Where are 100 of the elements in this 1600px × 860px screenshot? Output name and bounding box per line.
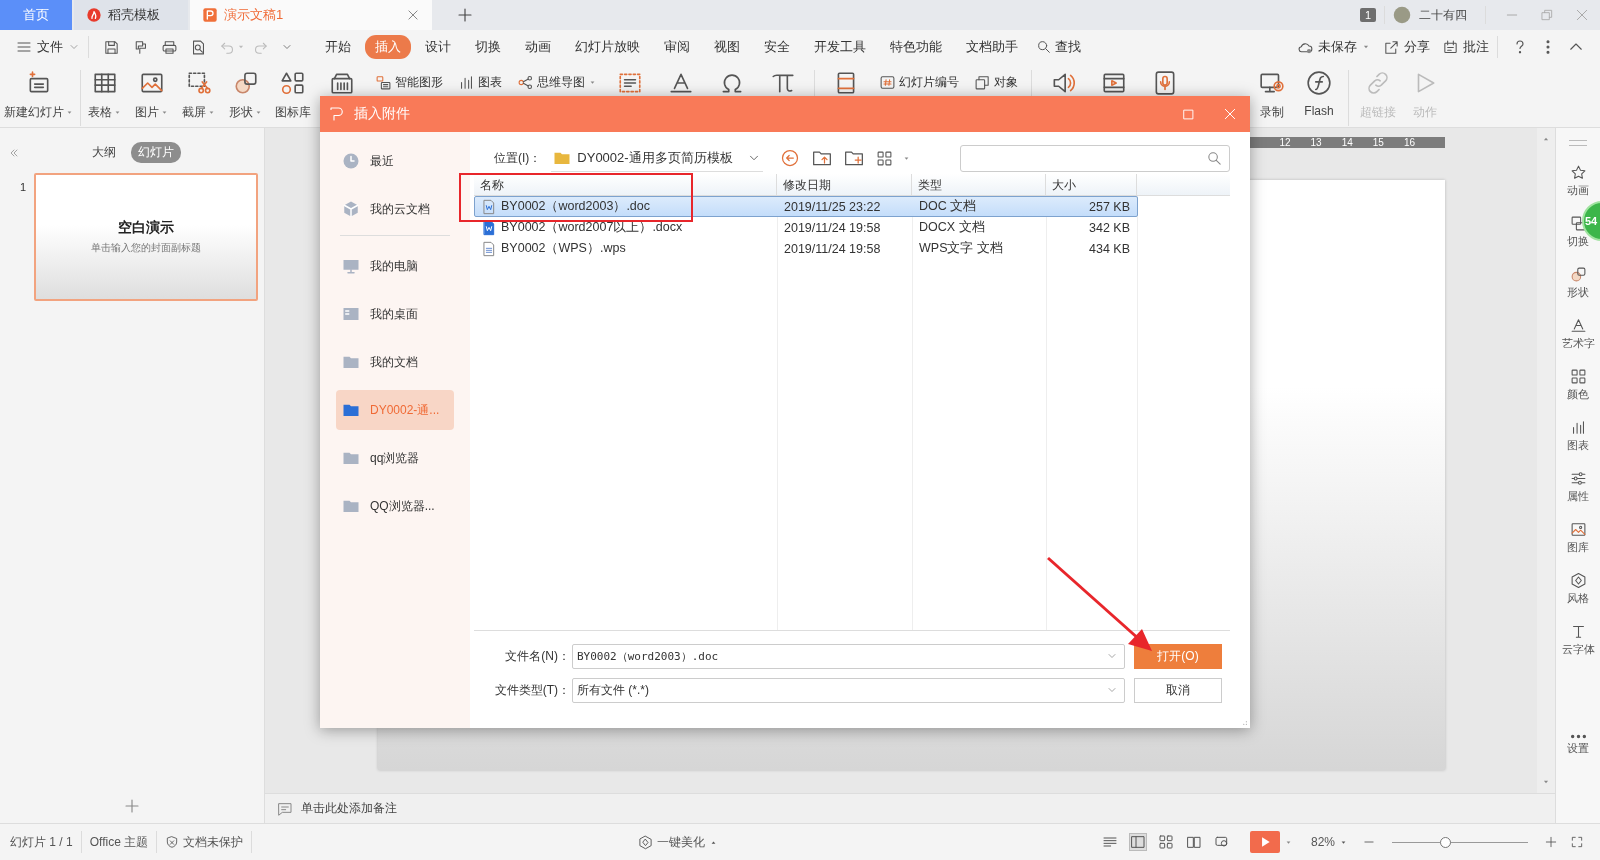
place-item[interactable]: 最近 xyxy=(336,141,454,181)
zoom-dropdown[interactable]: 82% xyxy=(1310,835,1348,849)
side-panel-button[interactable]: 形状 xyxy=(1567,266,1589,300)
ribbon-tab[interactable]: 幻灯片放映 xyxy=(565,35,650,59)
chart-button[interactable]: 图表 xyxy=(454,70,506,91)
flash-button[interactable]: Flash xyxy=(1299,70,1339,118)
theme-name[interactable]: Office 主题 xyxy=(89,833,149,851)
new-tab-icon[interactable] xyxy=(456,6,474,24)
ribbon-tab[interactable]: 切换 xyxy=(465,35,511,59)
print-preview-icon[interactable] xyxy=(190,38,207,56)
back-icon[interactable] xyxy=(780,148,801,168)
ribbon-tab[interactable]: 特色功能 xyxy=(880,35,952,59)
close-icon[interactable] xyxy=(406,8,420,22)
save-icon[interactable] xyxy=(103,38,120,56)
note-icon xyxy=(1442,38,1459,56)
notes-placeholder[interactable]: 单击此处添加备注 xyxy=(301,800,397,817)
print-icon[interactable] xyxy=(161,38,178,56)
file-menu[interactable]: 文件 xyxy=(16,38,80,56)
window-count-badge[interactable]: 1 xyxy=(1359,8,1376,22)
column-header[interactable]: 修改日期 xyxy=(777,173,912,196)
ribbon-tab[interactable]: 审阅 xyxy=(654,35,700,59)
link-icon xyxy=(1365,70,1391,96)
column-header[interactable]: 类型 xyxy=(912,173,1046,196)
number-button[interactable]: 幻灯片编号 xyxy=(875,70,963,91)
side-panel-button[interactable]: 云字体 xyxy=(1561,623,1595,657)
table-button[interactable]: 表格 xyxy=(85,70,125,121)
projector-icon[interactable] xyxy=(1213,834,1230,850)
location-dropdown[interactable]: DY0002-通用多页简历模板 xyxy=(551,144,764,172)
place-item[interactable]: 我的文档 xyxy=(336,342,454,382)
user-name[interactable]: 二十有四 xyxy=(1419,6,1467,24)
side-panel-button[interactable]: 图表 xyxy=(1567,419,1589,453)
close-icon[interactable] xyxy=(1222,106,1238,122)
place-item[interactable]: QQ浏览器... xyxy=(336,486,454,526)
filename-label: 文件名(N)： xyxy=(504,647,570,665)
search-field[interactable] xyxy=(960,144,1230,172)
ruler-number: 15 xyxy=(1372,137,1384,148)
mind-map-button[interactable]: 思维导图 xyxy=(513,70,601,91)
side-panel-button[interactable]: 艺术字 xyxy=(1561,317,1595,351)
notes-view-icon[interactable] xyxy=(1101,834,1118,850)
side-panel-button[interactable]: 风格 xyxy=(1567,572,1589,606)
slide-thumbnail[interactable]: 空白演示 单击输入您的封面副标题 xyxy=(34,173,259,301)
side-panel-button[interactable]: 设置 xyxy=(1567,734,1589,756)
ribbon-tab[interactable]: 动画 xyxy=(515,35,561,59)
monitor-button[interactable]: 录制 xyxy=(1252,70,1292,121)
filename-field[interactable]: BY0002（word2003）.doc xyxy=(572,643,1125,669)
protection-button[interactable]: 文档未保护 xyxy=(165,833,244,851)
cancel-button[interactable]: 取消 xyxy=(1134,677,1222,703)
view-grid-icon[interactable] xyxy=(876,149,894,167)
place-item[interactable]: 我的云文档 xyxy=(336,189,454,229)
grid-view-icon[interactable] xyxy=(1157,834,1174,850)
screenshot-icon xyxy=(186,70,212,96)
document-tab[interactable]: 稻壳模板 xyxy=(74,0,188,30)
new-slide-button[interactable]: 新建幻灯片 xyxy=(2,70,76,121)
ribbon-tab[interactable]: 视图 xyxy=(704,35,750,59)
caret-icon xyxy=(113,108,122,117)
file-type-dropdown[interactable]: 所有文件 (*.*) xyxy=(572,677,1125,703)
icon-library-button[interactable]: 图标库 xyxy=(273,70,313,121)
comment-button[interactable]: 批注 xyxy=(1442,38,1489,56)
place-item[interactable]: 我的电脑 xyxy=(336,246,454,286)
side-panel-button[interactable]: 图库 xyxy=(1567,521,1589,555)
ribbon-tab[interactable]: 开始 xyxy=(315,35,361,59)
screenshot-button[interactable]: 截屏 xyxy=(179,70,219,121)
reading-view-icon[interactable] xyxy=(1185,834,1202,850)
scrollbar[interactable] xyxy=(1537,128,1555,793)
view-tab[interactable]: 大纲 xyxy=(85,142,123,163)
side-panel-button[interactable]: 属性 xyxy=(1567,470,1589,504)
column-header[interactable]: 大小 xyxy=(1046,173,1137,196)
fit-window-icon[interactable] xyxy=(1570,835,1584,849)
shapes-button[interactable]: 形状 xyxy=(226,70,266,121)
caret-icon xyxy=(254,108,263,117)
clock-icon xyxy=(342,152,360,170)
file-row[interactable]: BY0002（word2003）.doc 2019/11/25 23:22 DOC 文档 257 KB xyxy=(474,196,1138,217)
ruler-number: 14 xyxy=(1341,137,1353,148)
slider-thumb[interactable] xyxy=(1440,836,1452,848)
star-icon xyxy=(1569,164,1587,181)
side-panel-button[interactable]: 动画 xyxy=(1567,164,1589,198)
ribbon-tab[interactable]: 设计 xyxy=(415,35,461,59)
place-item[interactable]: 我的桌面 xyxy=(336,294,454,334)
logo-icon xyxy=(328,105,346,123)
ribbon-tab[interactable]: 开发工具 xyxy=(804,35,876,59)
table-cell: 257 KB xyxy=(1089,199,1130,214)
beautify-button[interactable]: 一键美化 xyxy=(638,833,719,851)
word-file-icon xyxy=(481,219,497,236)
object-icon xyxy=(974,74,991,91)
grid-icon xyxy=(1569,368,1587,385)
image-button[interactable]: 图片 xyxy=(132,70,172,121)
find-button[interactable]: 查找 xyxy=(1036,38,1081,56)
normal-view-icon[interactable] xyxy=(1129,834,1146,850)
unsaved-button[interactable]: 未保存 xyxy=(1297,38,1371,56)
file-row[interactable]: BY0002（WPS）.wps 2019/11/24 19:58 WPS文字 文档 434 KB xyxy=(474,238,1138,259)
location-label: 位置(I)： xyxy=(494,149,542,167)
ribbon-tab[interactable]: 文档助手 xyxy=(956,35,1028,59)
side-panel-button[interactable]: 颜色 xyxy=(1567,368,1589,402)
place-item[interactable]: qq浏览器 xyxy=(336,438,454,478)
object-button[interactable]: 对象 xyxy=(970,70,1022,91)
play-button[interactable] xyxy=(1249,831,1280,853)
share-button[interactable]: 分享 xyxy=(1383,38,1430,56)
ribbon-tab[interactable]: 安全 xyxy=(754,35,800,59)
smart-graphic-button[interactable]: 智能图形 xyxy=(371,70,447,91)
avatar-icon[interactable] xyxy=(1393,6,1411,24)
